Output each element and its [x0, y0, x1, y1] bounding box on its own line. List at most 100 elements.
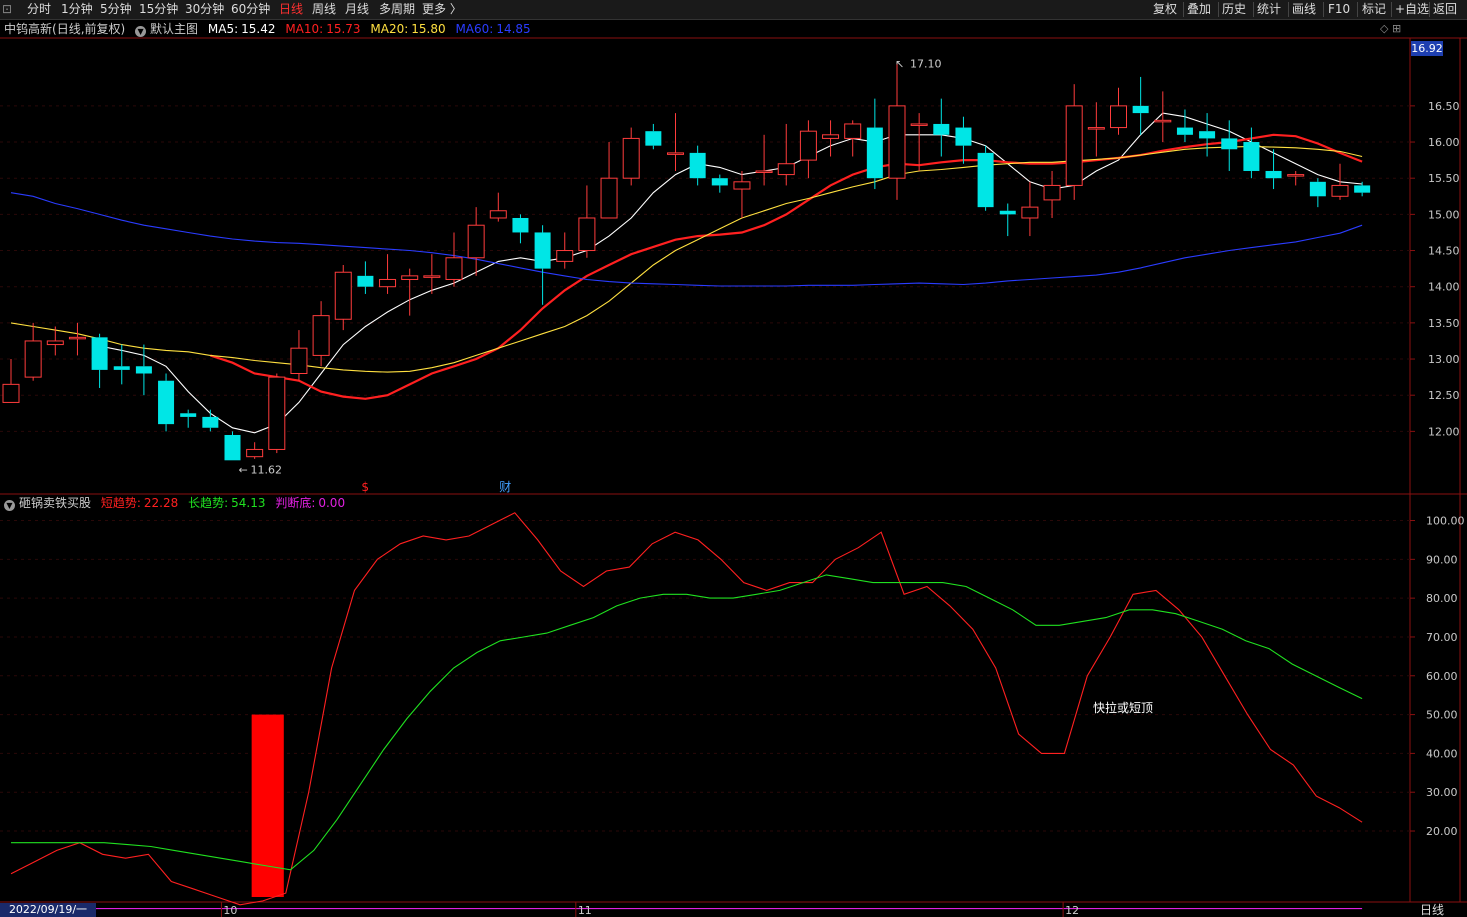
- candlestick: [2, 359, 20, 403]
- candlestick: [68, 322, 86, 356]
- indicator-tick-label: 30.00: [1426, 786, 1458, 799]
- candle-body-down: [1176, 127, 1193, 135]
- period-indicator: 日线: [1420, 903, 1445, 917]
- candle-body-up: [888, 105, 906, 179]
- dividend-event-marker[interactable]: $: [361, 480, 369, 494]
- candlestick: [888, 62, 906, 200]
- x-tick-label: 11: [578, 904, 592, 917]
- candlestick: [24, 322, 42, 381]
- indicator-tick-label: 90.00: [1426, 553, 1458, 566]
- candlestick: [799, 120, 817, 179]
- candle-body-up: [1043, 184, 1061, 201]
- candle-body-up: [799, 130, 817, 161]
- ma60-line: [10, 192, 1363, 287]
- stock-chart[interactable]: 12.00 12.50 13.00 13.50 14.00 14.50 15.00 15.50…: [0, 0, 1467, 917]
- candlestick: [158, 373, 175, 432]
- candle-body-down: [977, 152, 994, 208]
- price-tick-label: 15.00: [1428, 208, 1460, 221]
- candle-body-up: [1065, 105, 1083, 186]
- candle-body-up: [467, 224, 485, 259]
- candlestick: [334, 265, 352, 331]
- candle-body-up: [1021, 206, 1039, 219]
- candlestick: [91, 333, 108, 388]
- x-tick-label: 12: [1065, 904, 1079, 917]
- candlestick: [113, 344, 130, 385]
- low-price-label: 11.62: [251, 463, 283, 476]
- candle-body-down: [357, 275, 374, 287]
- x-axis: 10 11 12: [220, 902, 1079, 917]
- candlestick: [357, 261, 374, 294]
- indicator-tick-label: 100.00: [1426, 515, 1465, 528]
- candlestick: [1065, 84, 1083, 200]
- candlestick: [445, 232, 463, 287]
- indicator-bars: [251, 714, 284, 897]
- candle-body-up: [844, 123, 862, 139]
- candle-body-up: [578, 217, 596, 252]
- candle-body-up: [2, 383, 20, 403]
- indicator-tick-label: 20.00: [1426, 825, 1458, 838]
- candle-body-down: [689, 152, 706, 179]
- price-tick-label: 16.00: [1428, 136, 1460, 149]
- candle-body-up: [312, 315, 330, 356]
- candle-body-down: [1132, 105, 1149, 114]
- candlestick: [1087, 102, 1105, 157]
- candlestick: [1021, 181, 1039, 237]
- candlestick: [689, 145, 706, 186]
- candlestick: [777, 123, 795, 186]
- candlestick: [534, 225, 551, 305]
- candle-body-up: [777, 163, 795, 176]
- candlestick: [1221, 120, 1238, 171]
- candle-body-up: [910, 123, 928, 126]
- candlestick: [202, 409, 219, 432]
- candle-body-up: [268, 376, 286, 450]
- moving-average-lines: [10, 112, 1363, 434]
- high-price-label: 17.10: [910, 57, 942, 70]
- indicator-tick-label: 80.00: [1426, 592, 1458, 605]
- candle-body-up: [1287, 174, 1305, 177]
- candlestick: [999, 203, 1016, 237]
- cursor-date-box: 2022/09/19/一: [0, 903, 96, 917]
- candlestick: [224, 431, 241, 461]
- candle-body-up: [733, 181, 751, 190]
- candle-body-down: [1199, 131, 1216, 139]
- candle-body-up: [334, 271, 352, 320]
- candlestick: [1110, 87, 1127, 135]
- financial-report-marker[interactable]: 财: [499, 480, 511, 494]
- candle-body-up: [290, 347, 308, 374]
- candlestick: [645, 123, 662, 150]
- candle-body-up: [1110, 105, 1127, 129]
- candlestick: [135, 344, 152, 396]
- price-tick-label: 13.00: [1428, 353, 1460, 366]
- candle-body-up: [401, 275, 419, 280]
- candle-body-down: [1221, 138, 1238, 150]
- candle-body-down: [1265, 170, 1282, 179]
- candlestick: [822, 120, 840, 157]
- low-pointer-icon: ←: [239, 463, 248, 476]
- price-tick-label: 15.50: [1428, 172, 1460, 185]
- price-tick-label: 16.50: [1428, 100, 1460, 113]
- candle-body-up: [1331, 184, 1349, 197]
- candlestick: [1176, 109, 1193, 143]
- indicator-y-axis: 20.00 30.00 40.00 50.00 60.00 70.00 80.00 90.00…: [1410, 515, 1465, 838]
- indicator-grid: [0, 520, 1410, 832]
- candle-body-down: [1309, 181, 1326, 197]
- candlestick: [622, 127, 640, 186]
- candle-body-down: [711, 178, 728, 186]
- candlestick: [290, 330, 308, 381]
- candlestick: [401, 268, 419, 316]
- indicator-tick-label: 60.00: [1426, 670, 1458, 683]
- candlestick: [977, 145, 994, 211]
- candle-body-down: [113, 366, 130, 370]
- candle-body-up: [755, 170, 773, 173]
- candle-body-up: [667, 152, 684, 155]
- indicator-tick-label: 40.00: [1426, 747, 1458, 760]
- candle-body-up: [24, 340, 42, 378]
- candlestick: [180, 409, 197, 428]
- candle-body-down: [645, 131, 662, 146]
- candle-body-down: [1354, 185, 1371, 193]
- candlestick: [246, 442, 264, 459]
- candle-body-down: [999, 210, 1016, 215]
- candle-body-up: [46, 340, 64, 346]
- candle-body-down: [933, 123, 950, 135]
- candlestick: [556, 232, 574, 269]
